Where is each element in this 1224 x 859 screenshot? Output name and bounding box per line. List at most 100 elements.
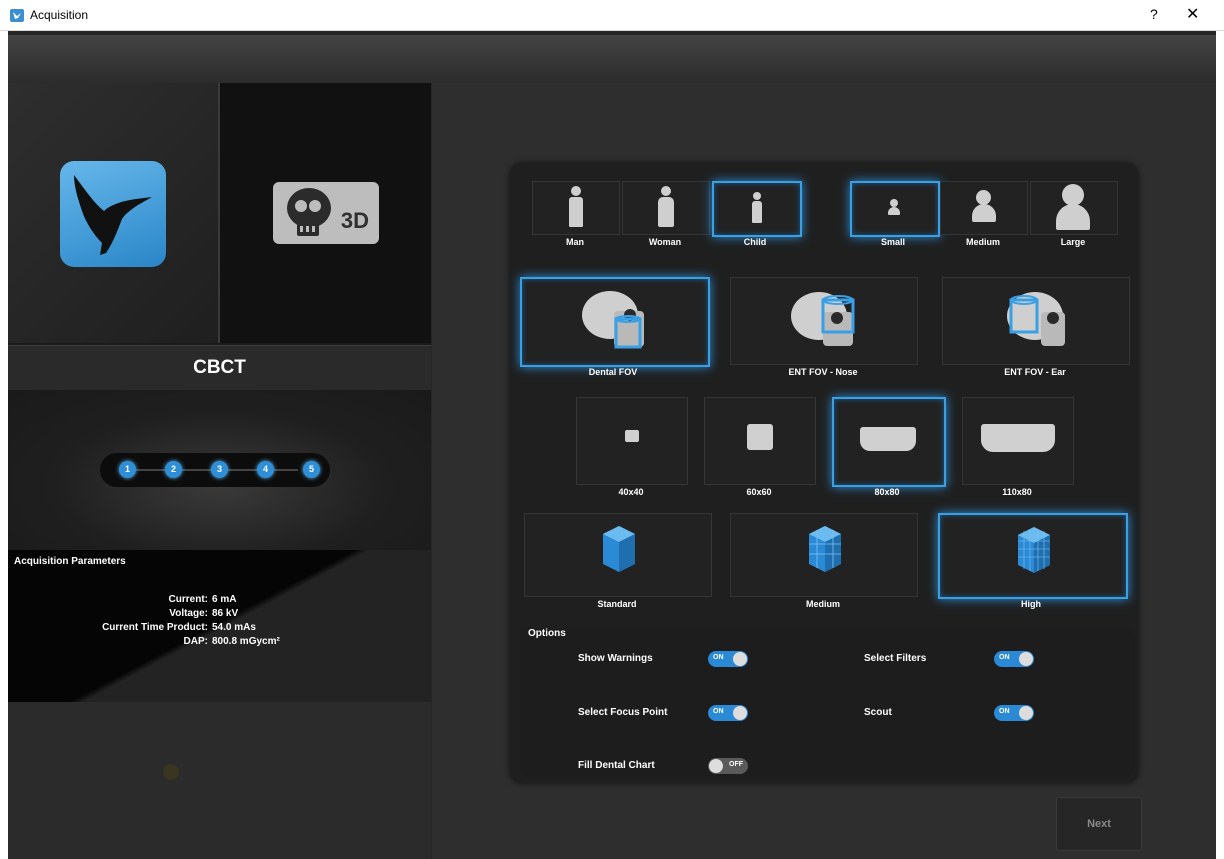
small-body	[888, 207, 900, 215]
right-panel: Man Woman Child Small Medium Large Denta…	[432, 83, 1216, 859]
scout-label: Scout	[864, 707, 892, 718]
select-focus-point-label: Select Focus Point	[578, 707, 668, 718]
patient-child-tile[interactable]	[712, 181, 802, 237]
step-1[interactable]: 1	[119, 461, 136, 478]
select-focus-point-toggle[interactable]: ON	[708, 705, 748, 721]
skull-nose-icon	[791, 292, 855, 346]
options-panel: Options Show Warnings ON Select Filters …	[520, 628, 1135, 778]
size-medium-label: Medium	[965, 237, 1000, 247]
patient-man-tile[interactable]	[532, 181, 620, 235]
fov-size-110-label: 110x80	[1002, 487, 1032, 497]
app-frame: 3D CBCT 1 2 3 4 5 Acquisition Parameters…	[8, 31, 1216, 859]
param-value: 86 kV	[212, 608, 239, 619]
fill-dental-chart-toggle[interactable]: OFF	[708, 758, 748, 774]
resolution-high-tile[interactable]	[938, 513, 1128, 599]
woman-icon	[661, 186, 671, 196]
fov-size-60-tile[interactable]	[704, 397, 816, 485]
next-button[interactable]: Next	[1056, 797, 1142, 851]
step-4[interactable]: 4	[257, 461, 274, 478]
options-title: Options	[528, 628, 566, 639]
skull-3d-icon: 3D	[273, 182, 379, 244]
param-value: 800.8 mGycm²	[212, 636, 280, 647]
show-warnings-toggle[interactable]: ON	[708, 651, 748, 667]
window-title: Acquisition	[30, 8, 89, 22]
acquisition-parameters: Acquisition Parameters Current: 6 mA Vol…	[8, 550, 431, 702]
step-2[interactable]: 2	[165, 461, 182, 478]
hummingbird-icon	[60, 161, 166, 267]
jaw-40-icon	[625, 430, 639, 442]
cube-standard-icon	[603, 526, 635, 572]
fov-size-80-label: 80x80	[874, 487, 900, 497]
toggle-knob	[733, 652, 747, 666]
scout-toggle[interactable]: ON	[994, 705, 1034, 721]
mode-tile-bird[interactable]	[8, 83, 220, 343]
fov-nose-label: ENT FOV - Nose	[788, 367, 858, 377]
fov-size-40-tile[interactable]	[576, 397, 688, 485]
toggle-knob	[1019, 706, 1033, 720]
patient-man-label: Man	[566, 237, 584, 247]
fov-size-110-tile[interactable]	[962, 397, 1074, 485]
toggle-knob	[733, 706, 747, 720]
fov-dental-label: Dental FOV	[588, 367, 638, 377]
skull-ear-icon	[1007, 292, 1065, 346]
small-head-icon	[890, 199, 898, 207]
patient-woman-label: Woman	[648, 237, 682, 247]
fov-nose-tile[interactable]	[730, 277, 918, 365]
window-titlebar: Acquisition ? ✕	[0, 0, 1224, 31]
patient-woman-tile[interactable]	[622, 181, 710, 235]
select-filters-label: Select Filters	[864, 653, 927, 664]
select-filters-toggle[interactable]: ON	[994, 651, 1034, 667]
mode-title: CBCT	[8, 345, 431, 391]
param-label: Voltage:	[169, 608, 208, 619]
steps-panel: 1 2 3 4 5	[8, 390, 431, 550]
steps-track: 1 2 3 4 5	[100, 453, 330, 487]
param-label: DAP:	[183, 636, 208, 647]
radiation-icon	[163, 764, 179, 780]
help-button[interactable]: ?	[1150, 6, 1158, 22]
large-head-icon	[1062, 184, 1084, 206]
size-large-tile[interactable]	[1030, 181, 1118, 235]
resolution-medium-label: Medium	[805, 599, 840, 609]
resolution-standard-tile[interactable]	[524, 513, 712, 597]
params-title: Acquisition Parameters	[14, 556, 126, 567]
size-small-label: Small	[880, 237, 905, 247]
resolution-medium-tile[interactable]	[730, 513, 918, 597]
jaw-60-icon	[747, 424, 773, 450]
child-icon	[753, 192, 761, 200]
toggle-state-text: ON	[713, 654, 724, 661]
close-button[interactable]: ✕	[1186, 4, 1199, 24]
man-body	[569, 197, 583, 227]
resolution-high-label: High	[1021, 599, 1041, 609]
step-3[interactable]: 3	[211, 461, 228, 478]
param-label: Current Time Product:	[102, 622, 208, 633]
mode-tile-3d[interactable]: 3D	[220, 83, 431, 343]
fov-dental-tile[interactable]	[520, 277, 710, 367]
child-body	[752, 201, 762, 223]
param-value: 6 mA	[212, 594, 237, 605]
skull-dental-icon	[582, 291, 644, 349]
step-5[interactable]: 5	[303, 461, 320, 478]
woman-body	[658, 197, 674, 227]
cube-medium-icon	[809, 526, 841, 572]
jaw-80-icon	[860, 427, 916, 451]
acquisition-settings-card: Man Woman Child Small Medium Large Denta…	[510, 163, 1138, 783]
param-value: 54.0 mAs	[212, 622, 256, 633]
man-icon	[571, 186, 581, 196]
cube-high-icon	[1018, 527, 1050, 573]
fov-size-40-label: 40x40	[618, 487, 644, 497]
size-small-tile[interactable]	[850, 181, 940, 237]
fov-ear-tile[interactable]	[942, 277, 1130, 365]
fov-size-80-tile[interactable]	[832, 397, 946, 487]
toggle-state-text: ON	[713, 708, 724, 715]
medium-body	[972, 204, 996, 222]
jaw-110-icon	[981, 424, 1055, 452]
app-icon	[10, 9, 24, 22]
patient-child-label: Child	[743, 237, 767, 247]
medium-head-icon	[976, 190, 991, 205]
fill-dental-chart-label: Fill Dental Chart	[578, 760, 655, 771]
large-body	[1056, 204, 1090, 230]
toggle-state-text: OFF	[729, 761, 743, 768]
size-medium-tile[interactable]	[940, 181, 1028, 235]
toggle-knob	[1019, 652, 1033, 666]
toolbar	[8, 35, 1216, 83]
